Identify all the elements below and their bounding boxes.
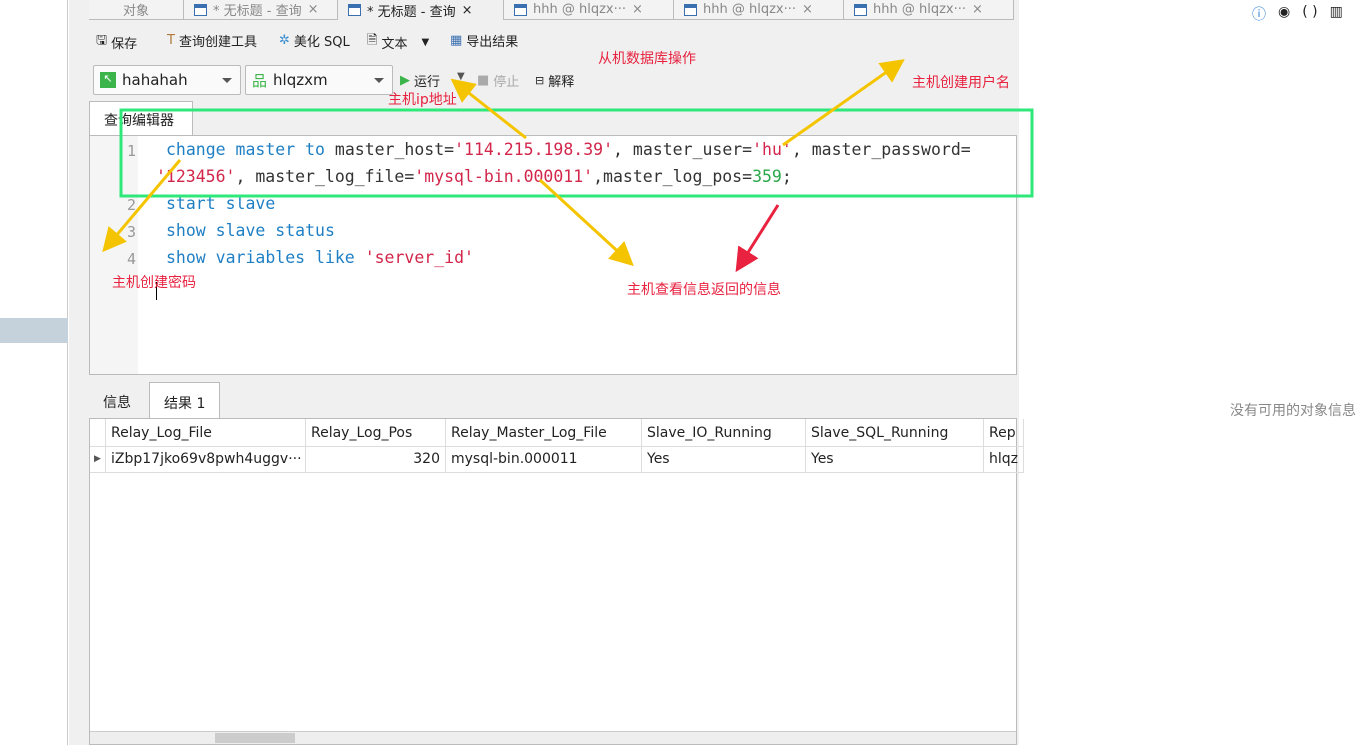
annotation-slave-ops: 从机数据库操作: [598, 51, 696, 67]
annotation-overlay: [102, 59, 1034, 273]
arrow-host-user: [782, 59, 905, 147]
highlight-box: [119, 108, 1034, 198]
arrow-log-file: [538, 178, 634, 267]
annotation-info-returned: 主机查看信息返回的信息: [627, 282, 781, 298]
annotation-host-user: 主机创建用户名: [912, 75, 1010, 91]
annotation-host-pwd: 主机创建密码: [112, 275, 196, 291]
arrow-host-ip: [450, 78, 527, 140]
annotation-host-ip: 主机ip地址: [388, 92, 457, 108]
arrow-info-returned: [735, 204, 780, 273]
